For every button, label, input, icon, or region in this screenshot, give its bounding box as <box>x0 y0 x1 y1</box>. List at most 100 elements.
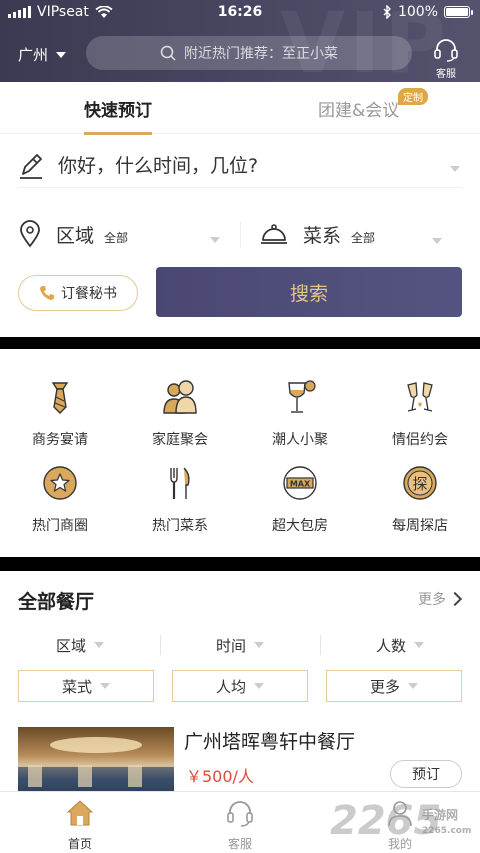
cuisine-selector[interactable]: 菜系 全部 <box>240 220 462 248</box>
category-label: 超大包房 <box>272 518 328 534</box>
restaurant-price: ￥500/人 <box>186 767 254 786</box>
customer-service-button[interactable]: 客服 <box>426 38 466 80</box>
filter-time[interactable]: 时间 <box>160 633 320 657</box>
tab-quick-booking[interactable]: 快速预订 <box>84 96 152 135</box>
chevron-down-icon <box>254 642 264 648</box>
chevron-right-icon <box>447 591 463 607</box>
area-selector[interactable]: 区域 全部 <box>18 220 240 248</box>
more-label: 更多 <box>418 592 446 608</box>
city-label: 广州 <box>18 46 49 64</box>
chevron-down-icon <box>254 683 264 689</box>
filter-row: 区域 全部 菜系 全部 <box>18 214 462 254</box>
filter-label: 人数 <box>375 636 406 655</box>
site-watermark: 2265 手游网 2265.com <box>330 798 471 844</box>
search-input[interactable]: 附近热门推荐：至正小菜 <box>86 36 412 70</box>
nav-label: 首页 <box>67 837 92 851</box>
champagne-icon <box>407 382 433 412</box>
watermark-sub: 手游网 <box>422 808 459 822</box>
app-header: VIP VIPseat 16:26 100% 广州 附近热门推荐：至正小菜 客服 <box>0 0 480 82</box>
more-restaurants-link[interactable]: 更多 <box>418 589 463 609</box>
phone-icon <box>40 286 54 300</box>
category-large-private-room[interactable]: MAX 超大包房 <box>240 463 360 535</box>
chevron-down-icon <box>414 642 424 648</box>
search-button[interactable]: 搜索 <box>156 267 462 317</box>
tab-team-building[interactable]: 团建&会议 <box>318 96 399 121</box>
filter-more[interactable]: 更多 <box>326 670 462 702</box>
nav-customer-service[interactable]: 客服 <box>190 798 290 852</box>
nav-label: 客服 <box>227 837 252 851</box>
filter-area[interactable]: 区域 <box>0 633 160 657</box>
chevron-down-icon <box>100 683 110 689</box>
category-trendy-meetup[interactable]: 潮人小聚 <box>240 377 360 449</box>
category-label: 潮人小聚 <box>272 432 328 448</box>
action-row: 订餐秘书 搜索 <box>18 267 462 318</box>
dining-secretary-button[interactable]: 订餐秘书 <box>18 275 138 311</box>
category-couple-date[interactable]: 情侣约会 <box>360 377 480 449</box>
filter-guests[interactable]: 人数 <box>320 633 480 657</box>
filter-per-person[interactable]: 人均 <box>172 670 308 702</box>
chevron-down-icon <box>56 51 67 58</box>
chevron-down-icon <box>94 642 104 648</box>
category-label: 热门商圈 <box>32 518 88 534</box>
category-label: 情侣约会 <box>392 432 448 448</box>
filter-label: 更多 <box>369 677 400 696</box>
category-label: 热门菜系 <box>152 518 208 534</box>
tab-label: 快速预订 <box>84 101 152 121</box>
time-guests-selector[interactable]: 你好，什么时间，几位? <box>18 148 462 188</box>
category-label: 每周探店 <box>392 518 448 534</box>
battery-percent: 100% <box>397 4 438 20</box>
max-room-icon: MAX <box>283 466 317 500</box>
filter-label: 时间 <box>215 636 246 655</box>
category-business-dinner[interactable]: 商务宴请 <box>0 377 120 449</box>
filter-label: 人均 <box>215 677 246 696</box>
pencil-icon <box>20 153 42 179</box>
home-icon <box>66 800 94 826</box>
section-title: 全部餐厅 <box>18 591 95 613</box>
status-bar: VIPseat 16:26 100% <box>0 0 480 26</box>
city-selector[interactable]: 广州 <box>18 44 67 65</box>
secondary-filters: 菜式 人均 更多 <box>18 670 462 702</box>
primary-filters: 区域 时间 人数 <box>0 633 480 657</box>
cloche-icon <box>261 224 287 244</box>
fork-knife-icon <box>170 467 190 499</box>
category-hot-districts[interactable]: 热门商圈 <box>0 463 120 535</box>
chevron-down-icon <box>450 166 460 172</box>
chevron-down-icon <box>210 237 220 243</box>
tie-icon <box>51 382 69 414</box>
search-icon <box>160 45 176 61</box>
area-value: 全部 <box>104 230 129 245</box>
category-grid: 商务宴请 家庭聚会 潮人小聚 情侣约会 热门商圈 热门菜系 MAX 超大包房 探… <box>0 349 480 557</box>
booking-panel: 快速预订 团建&会议 定制 你好，什么时间，几位? 区域 全部 菜系 全部 订餐… <box>0 82 480 337</box>
filter-dish-style[interactable]: 菜式 <box>18 670 154 702</box>
chevron-down-icon <box>408 683 418 689</box>
area-label: 区域 <box>56 224 95 247</box>
category-hot-cuisines[interactable]: 热门菜系 <box>120 463 240 535</box>
filter-label: 区域 <box>55 636 86 655</box>
category-label: 商务宴请 <box>32 432 88 448</box>
restaurant-name: 广州塔晖粤轩中餐厅 <box>184 731 356 753</box>
restaurant-section: 全部餐厅 更多 区域 时间 人数 菜式 人均 更多 广州塔晖粤轩中餐厅 ￥500… <box>0 571 480 791</box>
search-button-label: 搜索 <box>289 282 328 305</box>
booking-tabs: 快速预订 团建&会议 定制 <box>0 82 480 135</box>
svg-text:MAX: MAX <box>290 480 311 489</box>
chevron-down-icon <box>432 237 442 244</box>
active-tab-indicator <box>84 132 152 135</box>
bluetooth-icon <box>383 5 391 19</box>
explore-icon: 探 <box>403 466 437 500</box>
battery-icon <box>444 6 473 18</box>
family-icon <box>163 380 197 414</box>
tab-label: 团建&会议 <box>318 101 400 121</box>
category-family-gathering[interactable]: 家庭聚会 <box>120 377 240 449</box>
explore-glyph: 探 <box>412 475 427 493</box>
service-label: 客服 <box>436 69 456 80</box>
location-pin-icon <box>20 220 40 248</box>
search-placeholder: 附近热门推荐：至正小菜 <box>184 46 338 62</box>
nav-home[interactable]: 首页 <box>30 798 130 852</box>
filter-label: 菜式 <box>61 677 92 696</box>
category-weekly-explore[interactable]: 探 每周探店 <box>360 463 480 535</box>
time-guests-prompt: 你好，什么时间，几位? <box>58 155 259 177</box>
reserve-button[interactable]: 预订 <box>390 760 462 788</box>
restaurant-card[interactable]: 广州塔晖粤轩中餐厅 ￥500/人 预订 <box>18 727 462 791</box>
custom-badge: 定制 <box>398 88 428 105</box>
restaurant-photo <box>18 727 174 791</box>
